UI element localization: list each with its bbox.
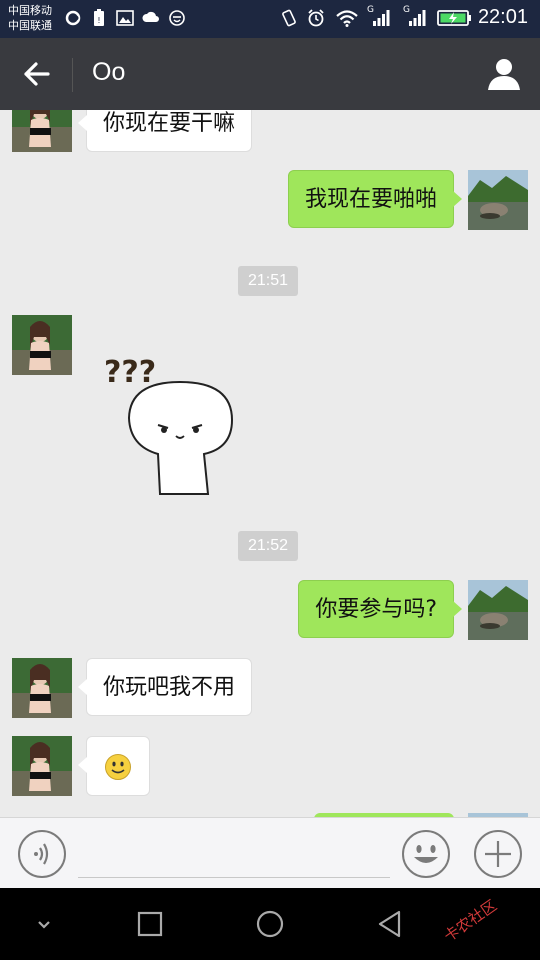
contact-avatar[interactable]	[12, 315, 72, 375]
person-icon[interactable]	[484, 54, 524, 94]
contact-avatar[interactable]	[12, 736, 72, 796]
nav-circle-icon[interactable]	[252, 906, 288, 942]
title-bar: Oo	[0, 38, 540, 110]
timestamp: 21:52	[238, 531, 299, 561]
sticker-message[interactable]: ???	[100, 346, 240, 496]
message-bubble-out[interactable]: 你要参与吗?	[298, 580, 462, 638]
vibrate-icon	[282, 9, 296, 27]
signal-2-icon	[409, 10, 426, 26]
nav-square-icon[interactable]	[132, 906, 168, 942]
message-bubble-in[interactable]: 你玩吧我不用	[77, 658, 253, 716]
nav-down-icon[interactable]	[26, 906, 62, 942]
timestamp: 21:51	[238, 266, 299, 296]
sticker-text: ???	[104, 355, 156, 390]
message-bubble-in[interactable]: 你现在要干嘛	[77, 110, 253, 152]
back-arrow-icon[interactable]	[14, 56, 60, 92]
message-input[interactable]	[78, 832, 390, 878]
wifi-icon	[336, 10, 358, 27]
message-text: 你要参与吗?	[315, 597, 437, 622]
carrier-1: 中国移动	[8, 4, 52, 17]
voice-icon[interactable]	[17, 829, 67, 879]
message-bubble-in[interactable]	[78, 736, 150, 796]
weather-icon	[142, 11, 159, 22]
signal-1-icon	[373, 10, 390, 26]
message-list[interactable]: 你现在要干嘛 我现在要啪啪 21:51 ??? 21:52 你要参与吗? 你玩吧…	[0, 110, 540, 817]
svg-text:!: !	[97, 16, 100, 25]
chat-title: Oo	[92, 58, 126, 86]
carrier-2: 中国联通	[8, 19, 52, 32]
plus-icon[interactable]	[473, 829, 523, 879]
clock: 22:01	[477, 6, 528, 28]
my-avatar[interactable]	[468, 170, 528, 230]
carrier-labels: 中国移动 中国联通	[8, 3, 52, 33]
message-text: 你现在要干嘛	[103, 111, 236, 136]
smile-emoji-icon	[105, 754, 131, 780]
app-notification-icon	[65, 10, 81, 26]
contact-avatar[interactable]	[12, 658, 72, 718]
status-bar: 中国移动 中国联通 ! G G 22:01	[0, 0, 540, 38]
my-avatar[interactable]	[468, 580, 528, 640]
input-bar	[0, 817, 540, 888]
message-text: 你玩吧我不用	[103, 675, 236, 700]
nav-back-icon[interactable]	[372, 906, 408, 942]
message-bubble-out[interactable]: 我现在要啪啪	[287, 170, 463, 228]
alarm-icon	[308, 9, 324, 27]
emoji-icon[interactable]	[401, 829, 451, 879]
face-icon	[169, 10, 185, 26]
contact-avatar[interactable]	[12, 110, 72, 152]
title-divider	[72, 58, 73, 92]
message-text: 我现在要啪啪	[304, 187, 437, 212]
battery-warning-icon: !	[94, 9, 104, 26]
battery-charging-icon	[437, 10, 471, 26]
image-icon	[116, 10, 134, 26]
